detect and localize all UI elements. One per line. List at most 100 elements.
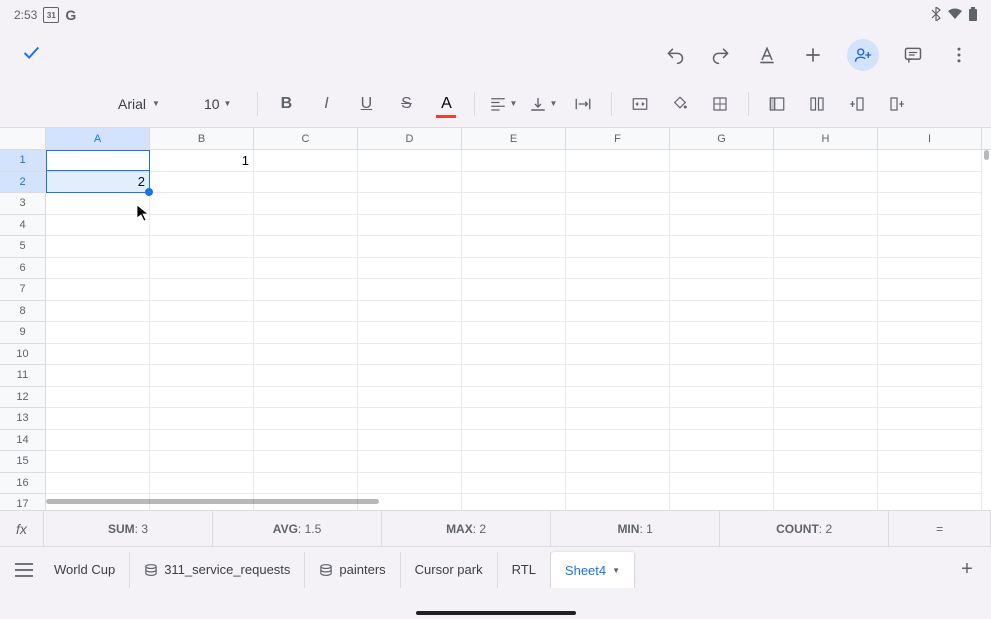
insert-right-button[interactable] xyxy=(879,86,915,122)
column-header-H[interactable]: H xyxy=(774,128,878,149)
stat-count[interactable]: COUNT: 2 xyxy=(720,511,889,546)
row-header-4[interactable]: 4 xyxy=(0,215,45,237)
stat-avg[interactable]: AVG: 1.5 xyxy=(213,511,382,546)
cell[interactable] xyxy=(878,344,982,366)
cell[interactable] xyxy=(878,408,982,430)
cell-B1[interactable]: 1 xyxy=(150,150,254,172)
text-format-button[interactable] xyxy=(755,43,779,67)
cell[interactable] xyxy=(670,236,774,258)
cell-A2[interactable]: 2 xyxy=(46,172,150,194)
cell[interactable] xyxy=(670,215,774,237)
cell[interactable] xyxy=(878,494,982,510)
cell[interactable] xyxy=(670,172,774,194)
cell[interactable] xyxy=(774,193,878,215)
cell[interactable] xyxy=(774,451,878,473)
cell[interactable] xyxy=(462,150,566,172)
cell[interactable] xyxy=(150,344,254,366)
column-header-F[interactable]: F xyxy=(566,128,670,149)
cell[interactable] xyxy=(774,215,878,237)
comment-button[interactable] xyxy=(901,43,925,67)
cell[interactable] xyxy=(566,473,670,495)
cell[interactable] xyxy=(566,236,670,258)
cell[interactable] xyxy=(358,430,462,452)
column-header-C[interactable]: C xyxy=(254,128,358,149)
cell[interactable] xyxy=(462,172,566,194)
cell[interactable] xyxy=(878,365,982,387)
row-header-17[interactable]: 17 xyxy=(0,494,45,510)
cell[interactable] xyxy=(358,301,462,323)
cell[interactable] xyxy=(878,258,982,280)
cell[interactable] xyxy=(670,408,774,430)
cell[interactable] xyxy=(670,193,774,215)
cell[interactable] xyxy=(774,387,878,409)
cell[interactable] xyxy=(462,215,566,237)
underline-button[interactable]: U xyxy=(348,86,384,122)
cell[interactable] xyxy=(566,494,670,510)
row-header-15[interactable]: 15 xyxy=(0,451,45,473)
cell[interactable] xyxy=(878,279,982,301)
more-menu-button[interactable] xyxy=(947,43,971,67)
horizontal-align-button[interactable]: ▼ xyxy=(485,86,521,122)
cell[interactable] xyxy=(254,258,358,280)
row-header-5[interactable]: 5 xyxy=(0,236,45,258)
cell[interactable] xyxy=(670,322,774,344)
cell[interactable] xyxy=(254,365,358,387)
merge-cells-button[interactable] xyxy=(622,86,658,122)
cell[interactable] xyxy=(254,430,358,452)
cell[interactable] xyxy=(670,451,774,473)
sheet-tab-sheet4[interactable]: Sheet4 ▼ xyxy=(551,552,635,588)
fill-color-button[interactable] xyxy=(662,86,698,122)
add-sheet-button[interactable]: + xyxy=(951,558,983,581)
cell[interactable] xyxy=(462,322,566,344)
italic-button[interactable]: I xyxy=(308,86,344,122)
redo-button[interactable] xyxy=(709,43,733,67)
cell[interactable] xyxy=(566,430,670,452)
row-header-6[interactable]: 6 xyxy=(0,258,45,280)
stat-max[interactable]: MAX: 2 xyxy=(382,511,551,546)
row-header-1[interactable]: 1 xyxy=(0,150,45,172)
cell[interactable] xyxy=(670,473,774,495)
android-nav-handle[interactable] xyxy=(416,611,576,615)
insert-left-button[interactable] xyxy=(839,86,875,122)
cell[interactable] xyxy=(358,322,462,344)
freeze-button[interactable] xyxy=(759,86,795,122)
cell[interactable] xyxy=(254,150,358,172)
cell[interactable] xyxy=(254,215,358,237)
vertical-align-button[interactable]: ▼ xyxy=(525,86,561,122)
cell[interactable] xyxy=(774,430,878,452)
cell[interactable] xyxy=(878,215,982,237)
cell[interactable] xyxy=(774,344,878,366)
cell[interactable] xyxy=(878,301,982,323)
bold-button[interactable]: B xyxy=(268,86,304,122)
cell[interactable] xyxy=(774,365,878,387)
cell[interactable] xyxy=(150,193,254,215)
cell[interactable] xyxy=(566,279,670,301)
cell[interactable] xyxy=(462,193,566,215)
cell[interactable] xyxy=(150,215,254,237)
cell[interactable] xyxy=(878,322,982,344)
cell[interactable] xyxy=(878,473,982,495)
column-header-D[interactable]: D xyxy=(358,128,462,149)
cell[interactable] xyxy=(254,322,358,344)
cell[interactable] xyxy=(46,344,150,366)
cell[interactable] xyxy=(670,430,774,452)
cell[interactable] xyxy=(878,193,982,215)
cell[interactable] xyxy=(462,387,566,409)
cell[interactable] xyxy=(566,451,670,473)
cell[interactable] xyxy=(462,258,566,280)
cell[interactable] xyxy=(774,258,878,280)
row-header-14[interactable]: 14 xyxy=(0,430,45,452)
cell[interactable] xyxy=(150,322,254,344)
select-all-corner[interactable] xyxy=(0,128,46,149)
cell[interactable] xyxy=(566,258,670,280)
cell[interactable] xyxy=(46,279,150,301)
cell[interactable] xyxy=(150,258,254,280)
cell[interactable] xyxy=(150,172,254,194)
undo-button[interactable] xyxy=(663,43,687,67)
cell[interactable] xyxy=(150,236,254,258)
font-family-select[interactable]: Arial ▼ xyxy=(110,92,168,116)
text-wrap-button[interactable] xyxy=(565,86,601,122)
cell[interactable] xyxy=(358,215,462,237)
done-check-icon[interactable] xyxy=(20,42,42,69)
column-header-E[interactable]: E xyxy=(462,128,566,149)
